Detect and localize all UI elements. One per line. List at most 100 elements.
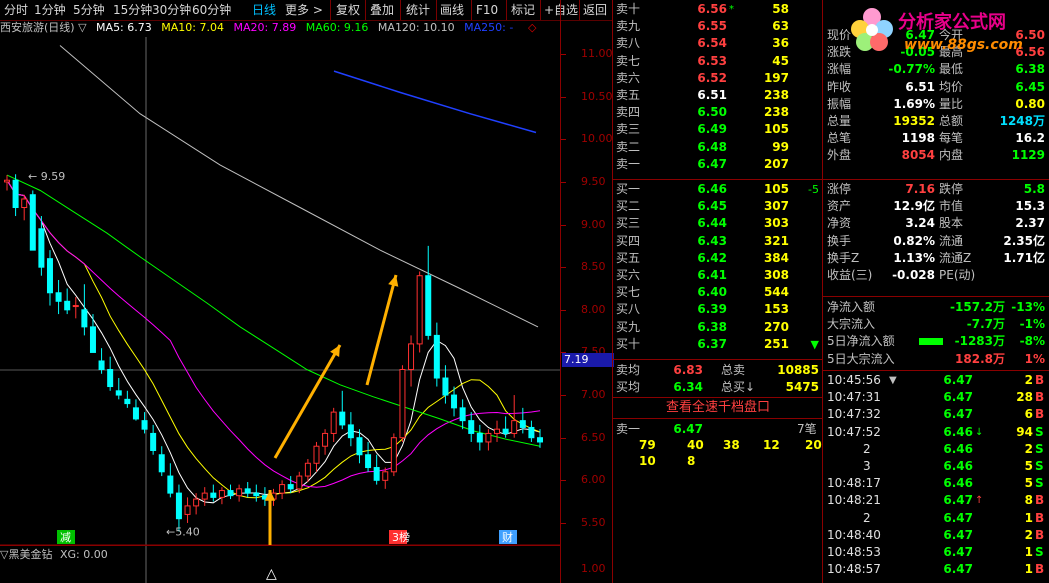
y-tick-label: 6.00 bbox=[581, 473, 606, 487]
toolbar-separator bbox=[436, 0, 437, 20]
candle-body bbox=[304, 462, 311, 477]
candle-body bbox=[55, 292, 62, 302]
toolbar-item-13[interactable]: 标记 bbox=[511, 2, 535, 18]
tick-volume: 2 bbox=[1024, 441, 1033, 456]
site-logo: 分析家公式网 www.88gs.com bbox=[848, 3, 1048, 61]
bid-label: 买十 bbox=[616, 336, 641, 351]
quote-label: 换手Z bbox=[827, 250, 860, 265]
candle-body bbox=[356, 437, 363, 456]
quote-label: 总额 bbox=[939, 114, 964, 128]
toolbar-item-4[interactable]: 30分钟 bbox=[152, 2, 191, 18]
ask-label: 卖八 bbox=[616, 36, 641, 51]
tick-volume: 1 bbox=[1024, 510, 1033, 525]
ask-price: 6.53 bbox=[697, 53, 727, 68]
total-sell-value: 10885 bbox=[777, 363, 819, 377]
candle-body bbox=[21, 198, 28, 209]
bid-volume: 384 bbox=[763, 250, 789, 265]
tick-row: 10:48:21 6.47 ↑ 8 B bbox=[823, 492, 1049, 509]
bid-row: 买十 6.37 251 ▼ bbox=[613, 336, 823, 353]
bid-row: 买四 6.43 321 bbox=[613, 233, 823, 250]
kline-chart[interactable]: ← 9.59 ←5.40 减 3榜 财 △ bbox=[0, 0, 560, 583]
tick-row: 10:48:17 6.46 5 S bbox=[823, 475, 1049, 492]
quote-label: 收益(三) bbox=[827, 268, 873, 282]
up-arrow-1 bbox=[273, 344, 342, 459]
toolbar-item-9[interactable]: 叠加 bbox=[370, 2, 394, 18]
ask-volume: 238 bbox=[763, 88, 789, 102]
bid-row: 买五 6.42 384 bbox=[613, 250, 823, 267]
y-tick-label: 8.00 bbox=[581, 302, 606, 316]
toolbar-item-3[interactable]: 15分钟 bbox=[113, 2, 152, 18]
ask-row: 卖一 6.47 207 bbox=[613, 156, 823, 173]
close-chart-icon[interactable]: ◇ bbox=[528, 20, 536, 36]
ask-volume: 58 bbox=[772, 2, 789, 16]
indicator-bar[interactable]: ▽黑美金钻 XG: 0.00 bbox=[0, 545, 560, 564]
toolbar-separator bbox=[330, 0, 331, 20]
toolbar-item-10[interactable]: 统计 bbox=[406, 2, 430, 18]
bid-price: 6.40 bbox=[697, 285, 727, 300]
tick-volume: 28 bbox=[1016, 390, 1033, 405]
tick-row: 10:45:56 ▼ 6.47 2 B bbox=[823, 372, 1049, 389]
queue-header: 卖一 6.47 7笔 bbox=[613, 421, 823, 438]
ask-price: 6.47 bbox=[697, 156, 727, 171]
bid-volume: 308 bbox=[763, 268, 789, 282]
candle-body bbox=[150, 432, 157, 451]
candle-body bbox=[81, 309, 88, 328]
tick-volume: 1 bbox=[1024, 562, 1033, 577]
candle-body bbox=[253, 492, 260, 497]
ask-row: 卖四 6.50 238 bbox=[613, 104, 823, 121]
bid-price: 6.44 bbox=[697, 216, 727, 231]
flow-label: 5日净流入额 bbox=[827, 334, 895, 349]
tick-row: 10:48:57 6.47 1 B bbox=[823, 561, 1049, 578]
candle-body bbox=[4, 179, 10, 183]
ma250-label: MA250: - bbox=[464, 21, 514, 34]
candle-body bbox=[158, 454, 165, 473]
quote-value: 1.13% bbox=[893, 250, 935, 265]
quote-value: 8054 bbox=[901, 148, 935, 163]
toolbar-item-6[interactable]: 日线 bbox=[252, 2, 276, 18]
ask-volume: 45 bbox=[772, 53, 789, 68]
quote-value: 6.45 bbox=[1015, 79, 1045, 94]
ask-label: 卖九 bbox=[616, 19, 641, 34]
quote-label: 流通Z bbox=[939, 250, 972, 265]
y-tick-label: 1.00 bbox=[581, 562, 606, 575]
quote-label: 振幅 bbox=[827, 96, 852, 111]
tick-volume: 2 bbox=[1024, 527, 1033, 542]
toolbar-item-12[interactable]: F10 bbox=[476, 2, 498, 18]
toolbar-item-0[interactable]: 分时 bbox=[4, 2, 28, 18]
candle-body bbox=[451, 394, 458, 409]
ma20-line bbox=[6, 179, 541, 488]
toolbar-item-8[interactable]: 复权 bbox=[336, 2, 360, 18]
candle-body bbox=[442, 377, 449, 396]
order-book-panel: 卖十 6.56 * 58 卖九 6.55 63 卖八 6.54 36 卖七 6.53 45 卖六 6.52 1… bbox=[612, 0, 823, 583]
candle-body bbox=[390, 437, 397, 473]
toolbar-item-1[interactable]: 1分钟 bbox=[34, 2, 66, 18]
bid-row: 买六 6.41 308 bbox=[613, 267, 823, 284]
candle-body bbox=[72, 305, 79, 308]
toolbar-item-11[interactable]: 画线 bbox=[440, 2, 464, 18]
quote-label: 净资 bbox=[827, 216, 852, 231]
queue-order: 12 bbox=[763, 438, 780, 452]
y-tick-mark bbox=[561, 522, 566, 524]
quote-row: 资产 12.9亿 市值 15.3 bbox=[823, 198, 1049, 215]
bid-volume: 544 bbox=[763, 285, 789, 300]
chart-title: 西安旅游(日线) ▽ bbox=[0, 21, 87, 34]
ask-price: 6.50 bbox=[697, 105, 727, 120]
y-tick-mark bbox=[561, 224, 566, 226]
toolbar-item-2[interactable]: 5分钟 bbox=[73, 2, 105, 18]
indicator-name[interactable]: ▽黑美金钻 bbox=[0, 548, 52, 561]
tick-price: 6.46 bbox=[943, 459, 973, 473]
total-buy-label: 总买↓ bbox=[721, 380, 756, 394]
full-depth-button[interactable]: 查看全速千档盘口 bbox=[613, 399, 823, 417]
tick-price: 6.47 bbox=[943, 390, 973, 405]
toolbar-item-7[interactable]: 更多 > bbox=[285, 2, 323, 18]
flow-percent: -13% bbox=[1011, 300, 1045, 314]
quote-value: 0.80 bbox=[1015, 96, 1045, 111]
candle-body bbox=[373, 467, 380, 481]
bid-change: ▼ bbox=[810, 337, 819, 351]
ask-price: 6.52 bbox=[697, 70, 727, 85]
fund-flow-row: 净流入额 -157.2万 -13% bbox=[823, 299, 1049, 316]
candle-body bbox=[141, 420, 148, 430]
toolbar-item-5[interactable]: 60分钟 bbox=[192, 2, 231, 18]
tick-volume: 2 bbox=[1024, 373, 1033, 387]
divider bbox=[823, 370, 1049, 371]
